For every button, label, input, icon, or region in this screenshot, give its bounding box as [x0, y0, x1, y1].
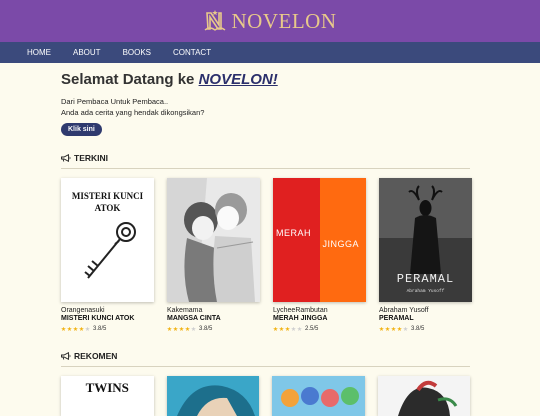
rating-value: 3.8/5	[199, 326, 213, 332]
rating-value: 3.8/5	[411, 326, 425, 332]
section-latest-title: TERKINI	[61, 153, 470, 169]
star-icon	[85, 326, 90, 332]
cover-left-text: MERAH	[276, 228, 312, 238]
cta-button[interactable]: Klik sini	[61, 123, 102, 136]
section-recommended-title: REKOMEN	[61, 351, 470, 367]
intro-line-2: Anda ada cerita yang hendak dikongsikan?	[61, 108, 205, 117]
book-cover[interactable]: MERAH JINGGA	[273, 178, 366, 302]
nav-contact[interactable]: CONTACT	[173, 48, 211, 57]
star-icon	[191, 326, 196, 332]
star-icon	[79, 326, 84, 332]
book-author: LycheeRambutan	[273, 307, 328, 314]
star-icon	[173, 326, 178, 332]
star-rating	[61, 326, 90, 332]
book-title[interactable]: PERAMAL	[379, 315, 472, 322]
book-author: Kakemama	[167, 307, 203, 314]
n-book-logo-icon[interactable]	[204, 9, 226, 33]
book-card[interactable]: Kakemama MANGSA CINTA 3.8/5	[167, 178, 260, 332]
megaphone-icon	[61, 154, 71, 162]
star-icon	[285, 326, 290, 332]
book-cover[interactable]: MISTERI KUNCI ATOK	[61, 178, 154, 302]
main-nav: HOME ABOUT BOOKS CONTACT	[0, 42, 540, 63]
main-content: Selamat Datang ke NOVELON! Dari Pembaca …	[61, 63, 472, 416]
teal-illustration-icon	[176, 385, 255, 416]
star-icon	[297, 326, 302, 332]
welcome-brand: NOVELON!	[198, 71, 278, 88]
nav-books[interactable]: BOOKS	[123, 48, 151, 57]
star-icon	[273, 326, 278, 332]
megaphone-icon	[61, 352, 71, 360]
star-icon	[391, 326, 396, 332]
cover-author-text: Abraham Yusoff	[406, 289, 445, 294]
recommended-books-grid: TWINS	[61, 376, 470, 416]
group-illustration-icon	[281, 387, 359, 407]
cover-title-text: PERAMAL	[396, 272, 455, 286]
star-icon	[61, 326, 66, 332]
rating-value: 3.8/5	[93, 326, 107, 332]
welcome-prefix: Selamat Datang ke	[61, 71, 199, 88]
brand-name[interactable]: NOVELON	[232, 9, 337, 34]
star-icon	[397, 326, 402, 332]
book-cover[interactable]: TWINS	[61, 376, 154, 416]
book-author: Abraham Yusoff	[379, 307, 429, 314]
star-icon	[179, 326, 184, 332]
star-icon	[67, 326, 72, 332]
book-cover[interactable]	[167, 178, 260, 302]
cover-right-text: JINGGA	[322, 239, 360, 249]
bird-illustration-icon	[397, 380, 457, 416]
book-card[interactable]: MERAH JINGGA LycheeRambutan MERAH JINGGA…	[273, 178, 366, 332]
star-icon	[379, 326, 384, 332]
star-icon	[279, 326, 284, 332]
book-rating: 2.5/5	[273, 326, 366, 332]
brand-header: NOVELON	[0, 0, 540, 42]
book-author: Orangenasuki	[61, 307, 105, 314]
intro-text: Dari Pembaca Untuk Pembaca.. Anda ada ce…	[61, 96, 470, 118]
book-rating: 3.8/5	[167, 326, 260, 332]
nav-home[interactable]: HOME	[27, 48, 51, 57]
star-rating	[273, 326, 302, 332]
latest-books-grid: MISTERI KUNCI ATOK Orangenasuki MISTERI …	[61, 178, 472, 332]
star-icon	[385, 326, 390, 332]
star-icon	[185, 326, 190, 332]
book-card[interactable]: PERAMAL Abraham Yusoff Abraham Yusoff PE…	[379, 178, 472, 332]
star-icon	[291, 326, 296, 332]
book-title[interactable]: MANGSA CINTA	[167, 315, 260, 322]
cover-orange-half: JINGGA	[319, 178, 366, 302]
star-icon	[403, 326, 408, 332]
intro-line-1: Dari Pembaca Untuk Pembaca..	[61, 97, 169, 106]
star-icon	[167, 326, 172, 332]
star-icon	[73, 326, 78, 332]
book-title[interactable]: MERAH JINGGA	[273, 315, 366, 322]
welcome-heading: Selamat Datang ke NOVELON!	[61, 71, 470, 88]
manga-illustration-icon	[167, 178, 260, 302]
cover-red-half: MERAH	[273, 178, 320, 302]
rating-value: 2.5/5	[305, 326, 319, 332]
book-cover[interactable]	[377, 376, 470, 416]
book-rating: 3.8/5	[379, 326, 472, 332]
book-cover[interactable]	[166, 376, 259, 416]
section-latest-label: TERKINI	[74, 153, 108, 163]
book-cover[interactable]: PERAMAL Abraham Yusoff	[379, 178, 472, 302]
star-rating	[167, 326, 196, 332]
section-recommended-label: REKOMEN	[74, 351, 118, 361]
book-rating: 3.8/5	[61, 326, 154, 332]
book-card[interactable]: MISTERI KUNCI ATOK Orangenasuki MISTERI …	[61, 178, 154, 332]
nav-about[interactable]: ABOUT	[73, 48, 101, 57]
cover-title-text: TWINS	[85, 380, 129, 395]
star-rating	[379, 326, 408, 332]
book-title[interactable]: MISTERI KUNCI ATOK	[61, 315, 154, 322]
key-illustration-icon	[84, 222, 136, 279]
book-cover[interactable]	[272, 376, 365, 416]
